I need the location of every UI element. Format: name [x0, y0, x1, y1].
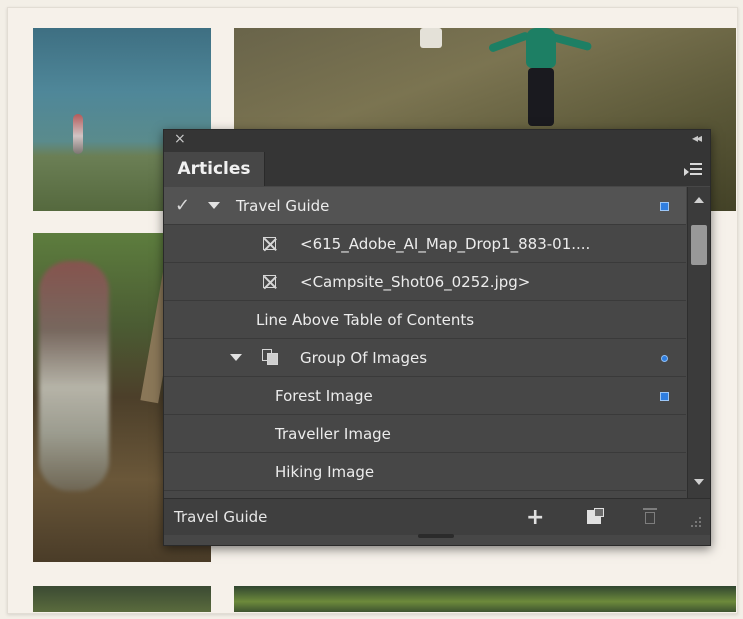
disclosure-triangle-icon[interactable] — [208, 202, 220, 209]
partial-selection-icon — [661, 355, 668, 362]
close-icon[interactable]: × — [174, 131, 186, 147]
scroll-up-arrow-icon[interactable] — [694, 197, 704, 203]
bottom-right-photo — [234, 586, 736, 612]
selection-marker-icon — [660, 202, 669, 211]
collapse-panel-icon[interactable]: ◂◂ — [692, 131, 702, 145]
list-item[interactable]: Line Above Table of Contents — [164, 301, 686, 339]
trash-icon[interactable] — [643, 508, 657, 524]
add-to-article-button[interactable]: + — [526, 505, 544, 530]
article-row-travel-guide[interactable]: ✓ Travel Guide — [164, 187, 686, 225]
selection-marker-icon — [660, 392, 669, 401]
panel-resize-handle[interactable] — [418, 534, 454, 538]
item-label: Group Of Images — [300, 348, 428, 367]
panel-menu-icon[interactable] — [684, 159, 702, 179]
list-item[interactable]: <615_Adobe_AI_Map_Drop1_883-01.... — [164, 225, 686, 263]
disclosure-triangle-icon[interactable] — [230, 354, 242, 361]
blurred-hiker — [39, 261, 109, 491]
new-article-icon[interactable] — [587, 508, 604, 524]
distant-hiker — [420, 28, 442, 48]
item-label: Traveller Image — [275, 424, 391, 443]
person-figure — [73, 114, 83, 154]
item-label: Line Above Table of Contents — [256, 310, 475, 329]
list-item[interactable]: Forest Image — [164, 377, 686, 415]
checkmark-icon[interactable]: ✓ — [175, 195, 190, 216]
list-scrollbar[interactable] — [687, 187, 710, 498]
scroll-thumb[interactable] — [691, 225, 707, 265]
articles-list: ✓ Travel Guide <615_Adobe_AI_Map_Drop1_8… — [164, 187, 710, 498]
list-item[interactable]: Hiking Image — [164, 453, 686, 491]
list-item[interactable]: <Campsite_Shot06_0252.jpg> — [164, 263, 686, 301]
panel-titlebar[interactable]: × ◂◂ — [164, 130, 710, 152]
panel-tabbar: Articles — [164, 152, 710, 186]
list-item[interactable]: Traveller Image — [164, 415, 686, 453]
item-label: Forest Image — [275, 386, 373, 405]
articles-panel: × ◂◂ Articles ✓ Travel Guide <615_Adobe_… — [163, 129, 711, 546]
item-label: <615_Adobe_AI_Map_Drop1_883-01.... — [300, 234, 591, 253]
panel-footer: Travel Guide + — [164, 498, 710, 535]
list-item-group[interactable]: Group Of Images — [164, 339, 686, 377]
current-article-label: Travel Guide — [174, 508, 268, 526]
tab-articles[interactable]: Articles — [164, 152, 265, 186]
running-person — [487, 28, 593, 128]
graphic-frame-icon — [263, 275, 276, 288]
bottom-left-photo — [33, 586, 211, 612]
scroll-down-arrow-icon[interactable] — [694, 479, 704, 485]
resize-grip-icon[interactable] — [691, 517, 703, 529]
graphic-frame-icon — [263, 237, 276, 250]
item-label: <Campsite_Shot06_0252.jpg> — [300, 272, 531, 291]
item-label: Hiking Image — [275, 462, 375, 481]
article-name: Travel Guide — [236, 196, 330, 215]
group-icon — [262, 349, 278, 365]
